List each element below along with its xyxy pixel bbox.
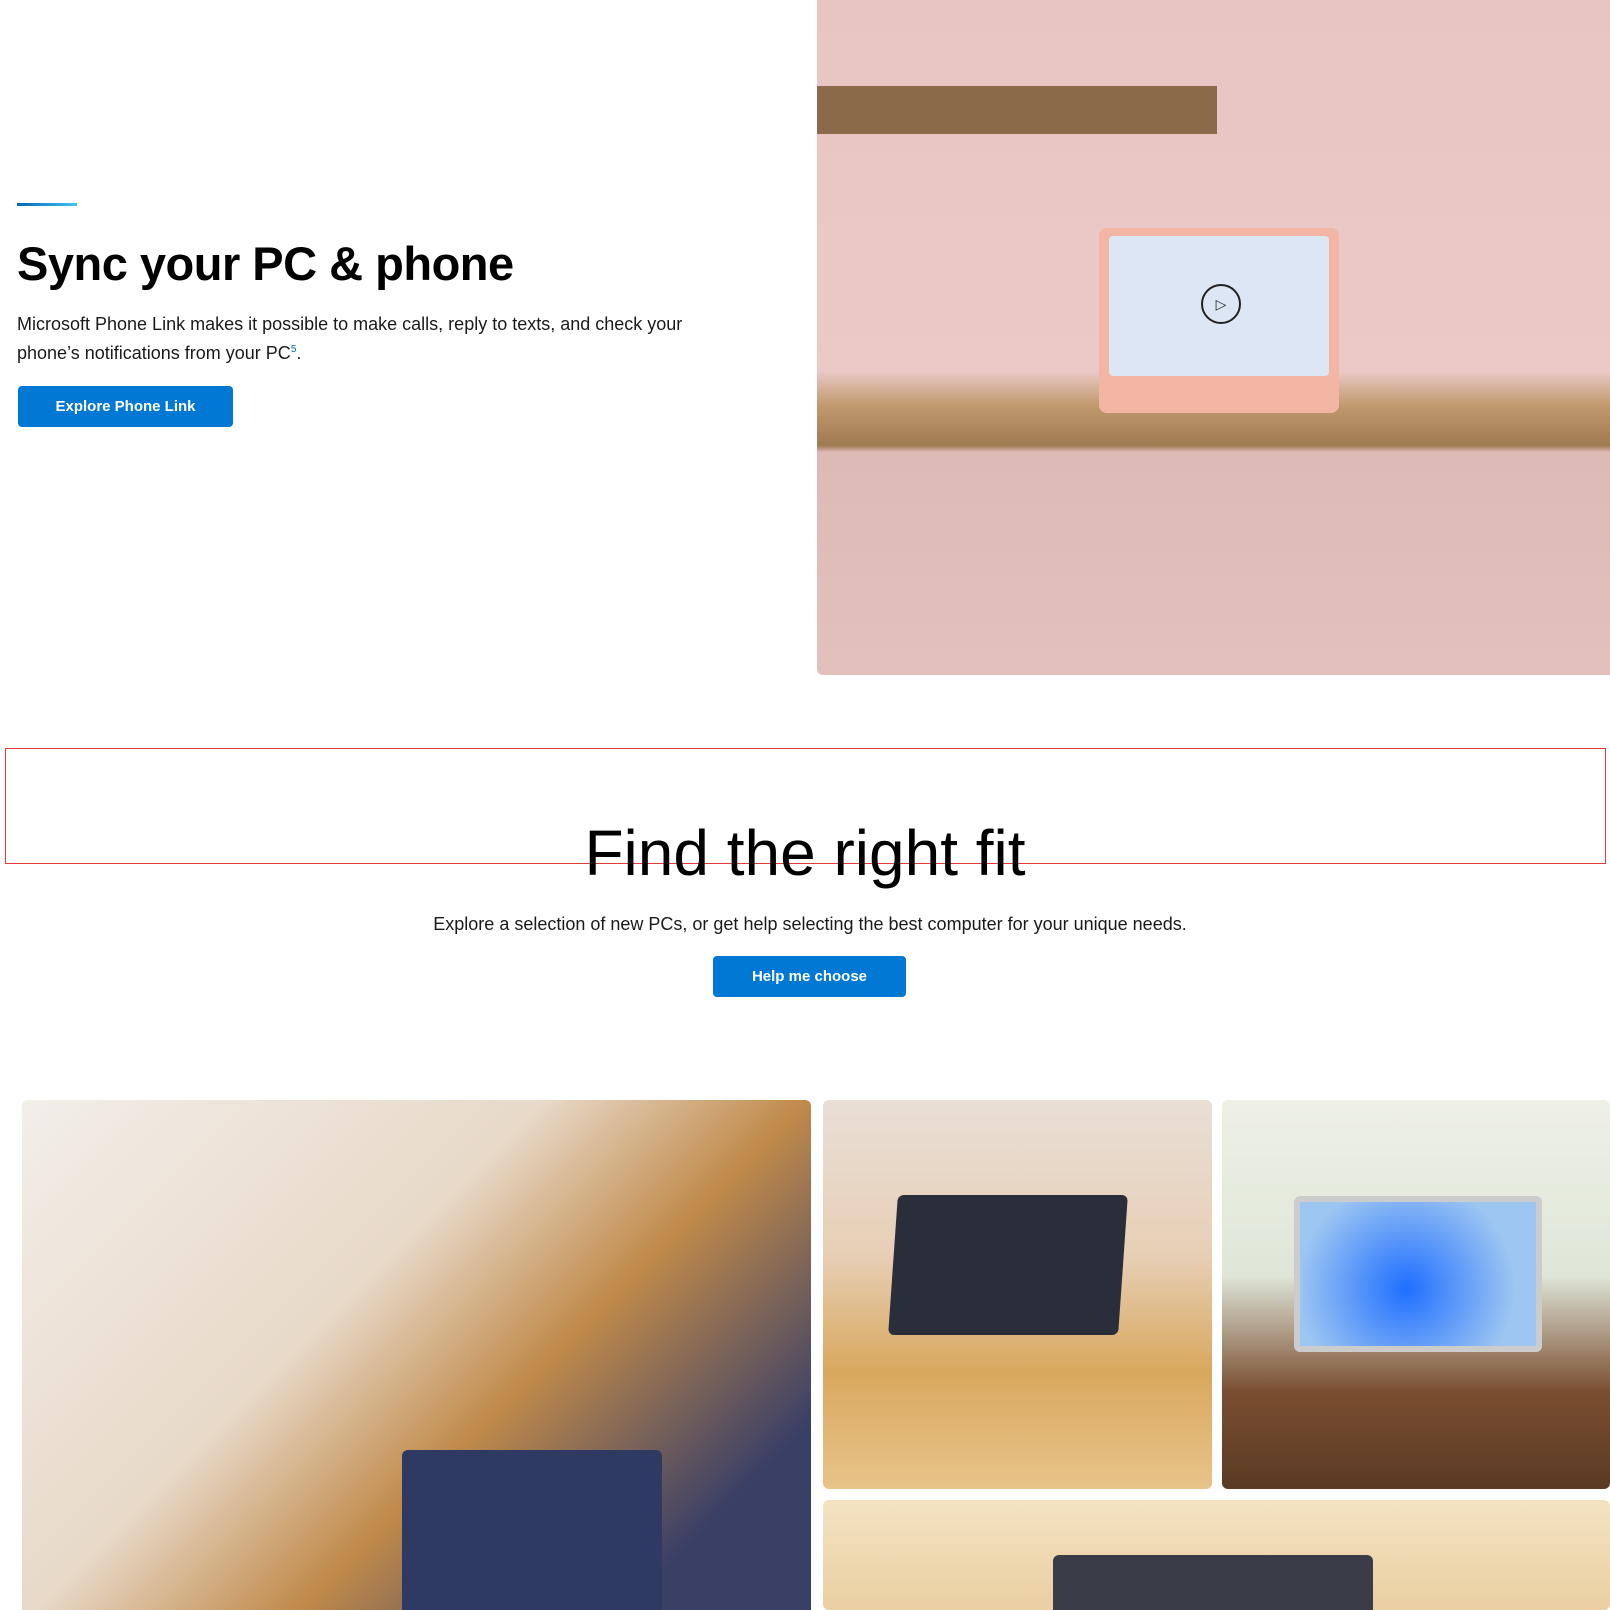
sync-description-text: Microsoft Phone Link makes it possible t… [17, 314, 683, 363]
find-fit-heading: Find the right fit [584, 817, 1026, 889]
laptop-image-detail: ▷ [1099, 228, 1339, 413]
hp-laptop-detail [402, 1450, 662, 1610]
help-me-choose-button[interactable]: Help me choose [713, 956, 906, 997]
accent-bar [17, 203, 77, 206]
convertible-laptop-image[interactable] [823, 1100, 1212, 1489]
sync-description-end: . [296, 343, 302, 363]
play-icon: ▷ [1215, 295, 1227, 312]
tablet-laptop-image[interactable] [823, 1500, 1610, 1610]
find-fit-description: Explore a selection of new PCs, or get h… [433, 914, 1187, 934]
people-with-laptop-image[interactable] [22, 1100, 811, 1610]
laptop-screen: ▷ [1109, 236, 1329, 376]
shelf-image-detail [817, 86, 1217, 134]
laptop-detail [1053, 1555, 1373, 1610]
sync-description: Microsoft Phone Link makes it possible t… [17, 312, 697, 366]
windows-laptop-image[interactable] [1222, 1100, 1610, 1489]
play-video-button[interactable]: ▷ [1201, 284, 1241, 324]
explore-phone-link-button[interactable]: Explore Phone Link [18, 386, 233, 427]
phone-link-hero-image: ▷ [817, 0, 1610, 675]
laptop-screen-detail [1294, 1196, 1542, 1352]
sync-heading: Sync your PC & phone [17, 237, 514, 290]
laptop-detail [888, 1195, 1128, 1335]
